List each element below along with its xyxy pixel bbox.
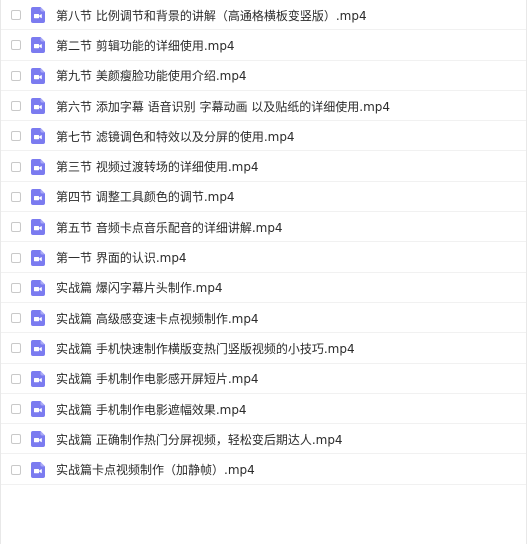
file-checkbox[interactable] <box>11 282 21 293</box>
file-checkbox[interactable] <box>11 101 21 112</box>
file-checkbox[interactable] <box>11 434 21 445</box>
file-name[interactable]: 实战篇 高级感变速卡点视频制作.mp4 <box>56 310 259 327</box>
file-row[interactable]: 实战篇 手机制作电影感开屏短片.mp4 <box>0 364 526 395</box>
video-file-icon <box>31 431 45 448</box>
file-row[interactable]: 实战篇卡点视频制作（加静帧）.mp4 <box>0 454 526 486</box>
video-file-icon <box>31 98 45 115</box>
file-row[interactable]: 实战篇 手机制作电影遮幅效果.mp4 <box>0 394 526 425</box>
video-file-icon <box>31 310 45 327</box>
file-checkbox[interactable] <box>11 343 21 354</box>
file-list: 第八节 比例调节和背景的讲解（高通格横板变竖版）.mp4 第二节 剪辑功能的详细… <box>0 0 526 486</box>
file-checkbox[interactable] <box>11 252 21 263</box>
file-row[interactable]: 实战篇 高级感变速卡点视频制作.mp4 <box>0 303 526 334</box>
video-file-icon <box>31 370 45 387</box>
file-checkbox[interactable] <box>11 464 21 475</box>
file-name[interactable]: 第七节 滤镜调色和特效以及分屏的使用.mp4 <box>56 128 295 145</box>
file-row[interactable]: 第五节 音频卡点音乐配音的详细讲解.mp4 <box>0 212 526 243</box>
file-checkbox[interactable] <box>11 404 21 414</box>
video-file-icon <box>31 67 45 84</box>
file-name[interactable]: 实战篇卡点视频制作（加静帧）.mp4 <box>56 461 255 478</box>
file-checkbox[interactable] <box>11 313 21 324</box>
file-name[interactable]: 实战篇 手机快速制作横版变热门竖版视频的小技巧.mp4 <box>56 340 355 357</box>
file-name[interactable]: 第六节 添加字幕 语音识别 字幕动画 以及贴纸的详细使用.mp4 <box>56 98 390 115</box>
panel-right-border <box>526 0 527 544</box>
file-name[interactable]: 实战篇 爆闪字幕片头制作.mp4 <box>56 279 223 296</box>
file-row[interactable]: 第四节 调整工具颜色的调节.mp4 <box>0 182 526 213</box>
file-checkbox[interactable] <box>11 191 21 202</box>
file-row[interactable]: 第三节 视频过渡转场的详细使用.mp4 <box>0 151 526 183</box>
file-row[interactable]: 实战篇 正确制作热门分屏视频，轻松变后期达人.mp4 <box>0 424 526 455</box>
video-file-icon <box>31 37 45 54</box>
file-row[interactable]: 第八节 比例调节和背景的讲解（高通格横板变竖版）.mp4 <box>0 0 526 31</box>
file-name[interactable]: 第九节 美颜瘦脸功能使用介绍.mp4 <box>56 67 247 84</box>
file-name[interactable]: 第四节 调整工具颜色的调节.mp4 <box>56 188 235 205</box>
video-file-icon <box>31 188 45 205</box>
video-file-icon <box>31 249 45 266</box>
file-row[interactable]: 实战篇 手机快速制作横版变热门竖版视频的小技巧.mp4 <box>0 333 526 364</box>
file-row[interactable]: 第二节 剪辑功能的详细使用.mp4 <box>0 30 526 61</box>
video-file-icon <box>31 128 45 145</box>
file-name[interactable]: 第八节 比例调节和背景的讲解（高通格横板变竖版）.mp4 <box>56 7 367 24</box>
file-checkbox[interactable] <box>11 161 21 172</box>
file-checkbox[interactable] <box>11 131 21 142</box>
video-file-icon <box>31 7 45 24</box>
file-checkbox[interactable] <box>11 40 21 51</box>
video-file-icon <box>31 158 45 175</box>
video-file-icon <box>31 340 45 357</box>
file-row[interactable]: 第一节 界面的认识.mp4 <box>0 242 526 273</box>
video-file-icon <box>31 279 45 296</box>
file-name[interactable]: 实战篇 手机制作电影感开屏短片.mp4 <box>56 370 259 387</box>
file-row[interactable]: 第九节 美颜瘦脸功能使用介绍.mp4 <box>0 61 526 92</box>
video-file-icon <box>31 401 45 417</box>
file-checkbox[interactable] <box>11 373 21 384</box>
video-file-icon <box>31 461 45 478</box>
file-row[interactable]: 第七节 滤镜调色和特效以及分屏的使用.mp4 <box>0 121 526 152</box>
video-file-icon <box>31 219 45 236</box>
file-row[interactable]: 实战篇 爆闪字幕片头制作.mp4 <box>0 273 526 304</box>
file-checkbox[interactable] <box>11 10 21 21</box>
file-name[interactable]: 实战篇 手机制作电影遮幅效果.mp4 <box>56 401 247 418</box>
file-name[interactable]: 实战篇 正确制作热门分屏视频，轻松变后期达人.mp4 <box>56 431 343 448</box>
file-name[interactable]: 第一节 界面的认识.mp4 <box>56 249 187 266</box>
file-row[interactable]: 第六节 添加字幕 语音识别 字幕动画 以及贴纸的详细使用.mp4 <box>0 91 526 122</box>
file-name[interactable]: 第二节 剪辑功能的详细使用.mp4 <box>56 37 235 54</box>
file-checkbox[interactable] <box>11 222 21 233</box>
file-name[interactable]: 第三节 视频过渡转场的详细使用.mp4 <box>56 158 259 175</box>
file-name[interactable]: 第五节 音频卡点音乐配音的详细讲解.mp4 <box>56 219 283 236</box>
file-checkbox[interactable] <box>11 70 21 81</box>
